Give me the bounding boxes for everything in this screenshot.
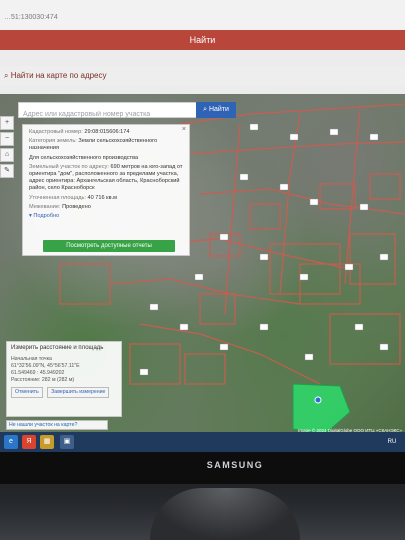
home-icon[interactable]: ⌂ bbox=[0, 148, 14, 162]
map-search-button-label: Найти bbox=[208, 106, 229, 113]
parcel-label bbox=[219, 343, 229, 351]
measure-decimal: 61.549469 : 45.949202 bbox=[11, 370, 65, 376]
screen: …51:130030:474 Найти ⌕ Найти на карте по… bbox=[0, 0, 405, 452]
zoom-in-button[interactable]: + bbox=[0, 116, 14, 130]
road-line bbox=[189, 141, 405, 155]
top-bar: …51:130030:474 bbox=[0, 0, 405, 30]
parcel-label bbox=[279, 183, 289, 191]
area-value: 40 716 кв.м bbox=[87, 194, 117, 201]
window-icon[interactable]: ▣ bbox=[60, 435, 74, 449]
location-pin-icon bbox=[314, 396, 322, 404]
measure-buttons: Отменить Завершить измерение bbox=[11, 387, 117, 398]
map-search-box bbox=[18, 102, 214, 122]
find-button[interactable]: Найти bbox=[0, 30, 405, 50]
section-title-text: Найти на карте по адресу bbox=[10, 71, 107, 80]
parcel-label bbox=[179, 323, 189, 331]
map-tools: + − ⌂ ✎ bbox=[0, 116, 14, 180]
parcel-label bbox=[259, 323, 269, 331]
road-line bbox=[224, 123, 241, 315]
measure-finish-button[interactable]: Завершить измерение bbox=[47, 387, 110, 398]
parcel bbox=[349, 233, 396, 285]
cadastral-value: 29:08:015606:174 bbox=[84, 129, 130, 135]
map-section-title: ⌕ Найти на карте по адресу bbox=[0, 66, 405, 86]
category-row: Категория земель: Земли сельскохозяйстве… bbox=[29, 138, 183, 152]
road-line bbox=[199, 188, 405, 215]
road-line bbox=[139, 323, 321, 385]
ie-icon[interactable]: e bbox=[4, 435, 18, 449]
measure-start-label: Начальная точка bbox=[11, 356, 52, 362]
more-details-link[interactable]: ▾ Подробно bbox=[29, 213, 183, 220]
parcel bbox=[329, 313, 401, 365]
address-label: Земельный участок по адресу: bbox=[29, 163, 109, 170]
cadastral-query-field[interactable]: …51:130030:474 bbox=[2, 14, 122, 28]
parcel-label bbox=[379, 343, 389, 351]
road-line bbox=[109, 278, 301, 305]
parcel-label bbox=[309, 198, 319, 206]
usage-value: Для сельскохозяйственного производства bbox=[29, 154, 139, 161]
measure-coords: 61°32'56.09"N, 45°56'57.11"E bbox=[11, 363, 80, 369]
parcel bbox=[249, 203, 281, 230]
selected-parcel bbox=[292, 383, 351, 435]
area-label: Уточненная площадь: bbox=[29, 194, 86, 201]
measure-distance: Расстояние: 282 м (282 м) bbox=[11, 377, 75, 383]
parcel-label bbox=[259, 253, 269, 261]
monitor-brand: SAMSUNG bbox=[206, 460, 264, 470]
view-reports-button[interactable]: Посмотреть доступные отчеты bbox=[43, 240, 175, 252]
map-search-button[interactable]: ⌕ Найти bbox=[196, 102, 236, 118]
parcel-label bbox=[299, 273, 309, 281]
parcel bbox=[129, 343, 181, 385]
language-indicator[interactable]: RU bbox=[382, 435, 402, 449]
parcel bbox=[199, 293, 236, 325]
measure-cancel-button[interactable]: Отменить bbox=[11, 387, 43, 398]
parcel-label bbox=[354, 323, 364, 331]
cadastral-row: Кадастровый номер: 29:08:015606:174 bbox=[29, 129, 183, 136]
search-icon: ⌕ bbox=[4, 71, 11, 80]
parcel-label bbox=[194, 273, 204, 281]
category-label: Категория земель: bbox=[29, 138, 77, 145]
address-search-input[interactable] bbox=[19, 107, 169, 122]
parcel bbox=[59, 263, 111, 305]
parcel-label bbox=[289, 133, 299, 141]
parcel-label bbox=[239, 173, 249, 181]
surveying-value: Проведено bbox=[62, 203, 91, 210]
more-details-label: Подробно bbox=[33, 213, 60, 220]
taskbar: e Я ▦ ▣ RU bbox=[0, 432, 405, 452]
parcel-label bbox=[359, 203, 369, 211]
parcel-label bbox=[329, 128, 339, 136]
road-line bbox=[344, 108, 361, 285]
zoom-out-button[interactable]: − bbox=[0, 132, 14, 146]
parcel-label bbox=[369, 133, 379, 141]
parcel-label bbox=[219, 233, 229, 241]
measure-title: Измерить расстояние и площадь bbox=[11, 345, 104, 351]
area-row: Уточненная площадь: 40 716 кв.м bbox=[29, 195, 183, 202]
parcel bbox=[184, 353, 226, 385]
parcel bbox=[369, 173, 401, 200]
yandex-browser-icon[interactable]: Я bbox=[22, 435, 36, 449]
map-viewport[interactable]: ⌕ Найти + − ⌂ ✎ × Кадастровый номер: 29:… bbox=[0, 94, 405, 439]
parcel-label bbox=[379, 253, 389, 261]
parcel-label bbox=[149, 303, 159, 311]
parcel-label bbox=[344, 263, 354, 271]
explorer-icon[interactable]: ▦ bbox=[40, 435, 54, 449]
cadastral-label: Кадастровый номер: bbox=[29, 129, 83, 135]
parcel-label bbox=[249, 123, 259, 131]
parcel-label bbox=[304, 353, 314, 361]
not-found-link[interactable]: Не нашли участок на карте? bbox=[6, 420, 108, 430]
measure-panel: Измерить расстояние и площадь Начальная … bbox=[6, 341, 122, 417]
surveying-row: Межевание: Проведено bbox=[29, 204, 183, 211]
address-row: Земельный участок по адресу: 690 метров … bbox=[29, 164, 183, 193]
close-icon[interactable]: × bbox=[182, 126, 186, 133]
parcel-label bbox=[139, 368, 149, 376]
measure-tool-icon[interactable]: ✎ bbox=[0, 164, 14, 178]
road-line bbox=[279, 113, 301, 295]
surveying-label: Межевание: bbox=[29, 203, 61, 210]
parcel-info-card: × Кадастровый номер: 29:08:015606:174 Ка… bbox=[22, 124, 190, 256]
